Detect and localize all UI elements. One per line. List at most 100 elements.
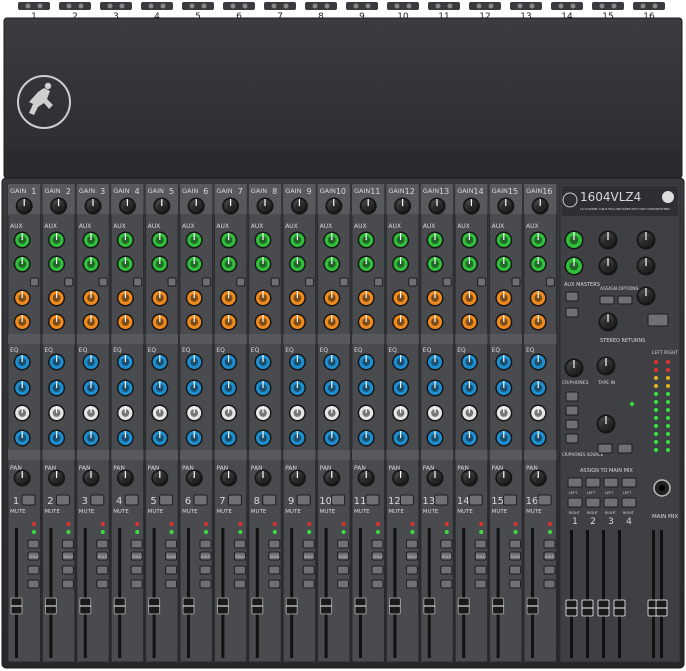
aux-4-knob[interactable] — [116, 313, 134, 331]
mute-button[interactable] — [331, 494, 346, 506]
returns-solo-button[interactable] — [647, 313, 669, 327]
assign-button-34[interactable] — [440, 565, 453, 575]
rear-jack[interactable] — [182, 2, 214, 10]
eq-hi-knob[interactable] — [82, 353, 100, 371]
eq-freq-knob[interactable] — [357, 404, 375, 422]
eq-low-knob[interactable] — [529, 429, 547, 447]
gain-knob[interactable] — [325, 197, 343, 215]
assign-button-34[interactable] — [199, 565, 212, 575]
rear-jack[interactable] — [510, 2, 542, 10]
eq-mid-knob[interactable] — [357, 379, 375, 397]
assign-button-lr[interactable] — [543, 579, 556, 589]
assign-button-12[interactable] — [371, 539, 384, 549]
sub-4-left-button[interactable] — [621, 477, 637, 488]
pan-knob[interactable] — [13, 469, 31, 487]
gain-knob[interactable] — [394, 197, 412, 215]
pre-button[interactable] — [442, 277, 452, 287]
aux-1-knob[interactable] — [220, 231, 238, 249]
gain-knob[interactable] — [531, 197, 549, 215]
aux-2-knob[interactable] — [529, 255, 547, 273]
pan-knob[interactable] — [529, 469, 547, 487]
aux-2-knob[interactable] — [185, 255, 203, 273]
aux-3-knob[interactable] — [357, 289, 375, 307]
assign-button-12[interactable] — [302, 539, 315, 549]
eq-mid-knob[interactable] — [254, 379, 272, 397]
assign-button-lr[interactable] — [405, 579, 418, 589]
gain-knob[interactable] — [118, 197, 136, 215]
assign-button-34[interactable] — [474, 565, 487, 575]
eq-freq-knob[interactable] — [426, 404, 444, 422]
assign-button-lr[interactable] — [96, 579, 109, 589]
assign-button-lr[interactable] — [130, 579, 143, 589]
aux-2-knob[interactable] — [116, 255, 134, 273]
aux-1-knob[interactable] — [288, 231, 306, 249]
aux-2-knob[interactable] — [82, 255, 100, 273]
aux-master-1-knob[interactable] — [564, 230, 584, 250]
pan-knob[interactable] — [460, 469, 478, 487]
pan-knob[interactable] — [495, 469, 513, 487]
assign-button-lr[interactable] — [61, 579, 74, 589]
rear-jack[interactable] — [59, 2, 91, 10]
assign-button-34[interactable] — [130, 565, 143, 575]
eq-mid-knob[interactable] — [82, 379, 100, 397]
assign-button-12[interactable] — [405, 539, 418, 549]
aux-4-knob[interactable] — [48, 313, 66, 331]
aux-4-knob[interactable] — [460, 313, 478, 331]
aux-1-knob[interactable] — [460, 231, 478, 249]
eq-mid-knob[interactable] — [185, 379, 203, 397]
solo-level-knob[interactable] — [596, 414, 616, 434]
rear-jack[interactable] — [551, 2, 583, 10]
eq-freq-knob[interactable] — [82, 404, 100, 422]
eq-mid-knob[interactable] — [495, 379, 513, 397]
gain-knob[interactable] — [84, 197, 102, 215]
eq-freq-knob[interactable] — [13, 404, 31, 422]
eq-hi-knob[interactable] — [495, 353, 513, 371]
stereo-return-3-knob[interactable] — [598, 312, 618, 332]
assign-button-lr[interactable] — [233, 579, 246, 589]
pre-button[interactable] — [339, 277, 349, 287]
eq-hi-knob[interactable] — [426, 353, 444, 371]
pan-knob[interactable] — [392, 469, 410, 487]
gain-knob[interactable] — [187, 197, 205, 215]
pan-knob[interactable] — [288, 469, 306, 487]
assign-button-12[interactable] — [543, 539, 556, 549]
gain-knob[interactable] — [462, 197, 480, 215]
aux-2-knob[interactable] — [220, 255, 238, 273]
pan-knob[interactable] — [323, 469, 341, 487]
rear-jack[interactable] — [592, 2, 624, 10]
eq-hi-knob[interactable] — [185, 353, 203, 371]
gain-knob[interactable] — [359, 197, 377, 215]
eq-low-knob[interactable] — [116, 429, 134, 447]
eq-low-knob[interactable] — [323, 429, 341, 447]
eq-mid-knob[interactable] — [13, 379, 31, 397]
mute-button[interactable] — [399, 494, 414, 506]
aux-4-knob[interactable] — [151, 313, 169, 331]
eq-freq-knob[interactable] — [185, 404, 203, 422]
aux-3-knob[interactable] — [495, 289, 513, 307]
pre-button[interactable] — [477, 277, 487, 287]
aux-2-knob[interactable] — [13, 255, 31, 273]
tape-in-knob[interactable] — [596, 356, 616, 376]
eq-hi-knob[interactable] — [48, 353, 66, 371]
aux-2-knob[interactable] — [254, 255, 272, 273]
assign-button-34[interactable] — [165, 565, 178, 575]
assign-button-lr[interactable] — [302, 579, 315, 589]
eq-hi-knob[interactable] — [254, 353, 272, 371]
sub-4-right-button[interactable] — [621, 497, 637, 508]
assign-button-12[interactable] — [61, 539, 74, 549]
pan-knob[interactable] — [116, 469, 134, 487]
aux-3-knob[interactable] — [529, 289, 547, 307]
aux-4-knob[interactable] — [495, 313, 513, 331]
eq-mid-knob[interactable] — [288, 379, 306, 397]
sub-3-right-button[interactable] — [603, 497, 619, 508]
return-to-aux-2-knob[interactable] — [636, 256, 656, 276]
aux-3-knob[interactable] — [151, 289, 169, 307]
pan-knob[interactable] — [185, 469, 203, 487]
eq-mid-knob[interactable] — [151, 379, 169, 397]
aux-2-knob[interactable] — [288, 255, 306, 273]
eq-hi-knob[interactable] — [392, 353, 410, 371]
aux-4-knob[interactable] — [426, 313, 444, 331]
eq-hi-knob[interactable] — [220, 353, 238, 371]
assign-button-34[interactable] — [337, 565, 350, 575]
sub-1-right-button[interactable] — [567, 497, 583, 508]
